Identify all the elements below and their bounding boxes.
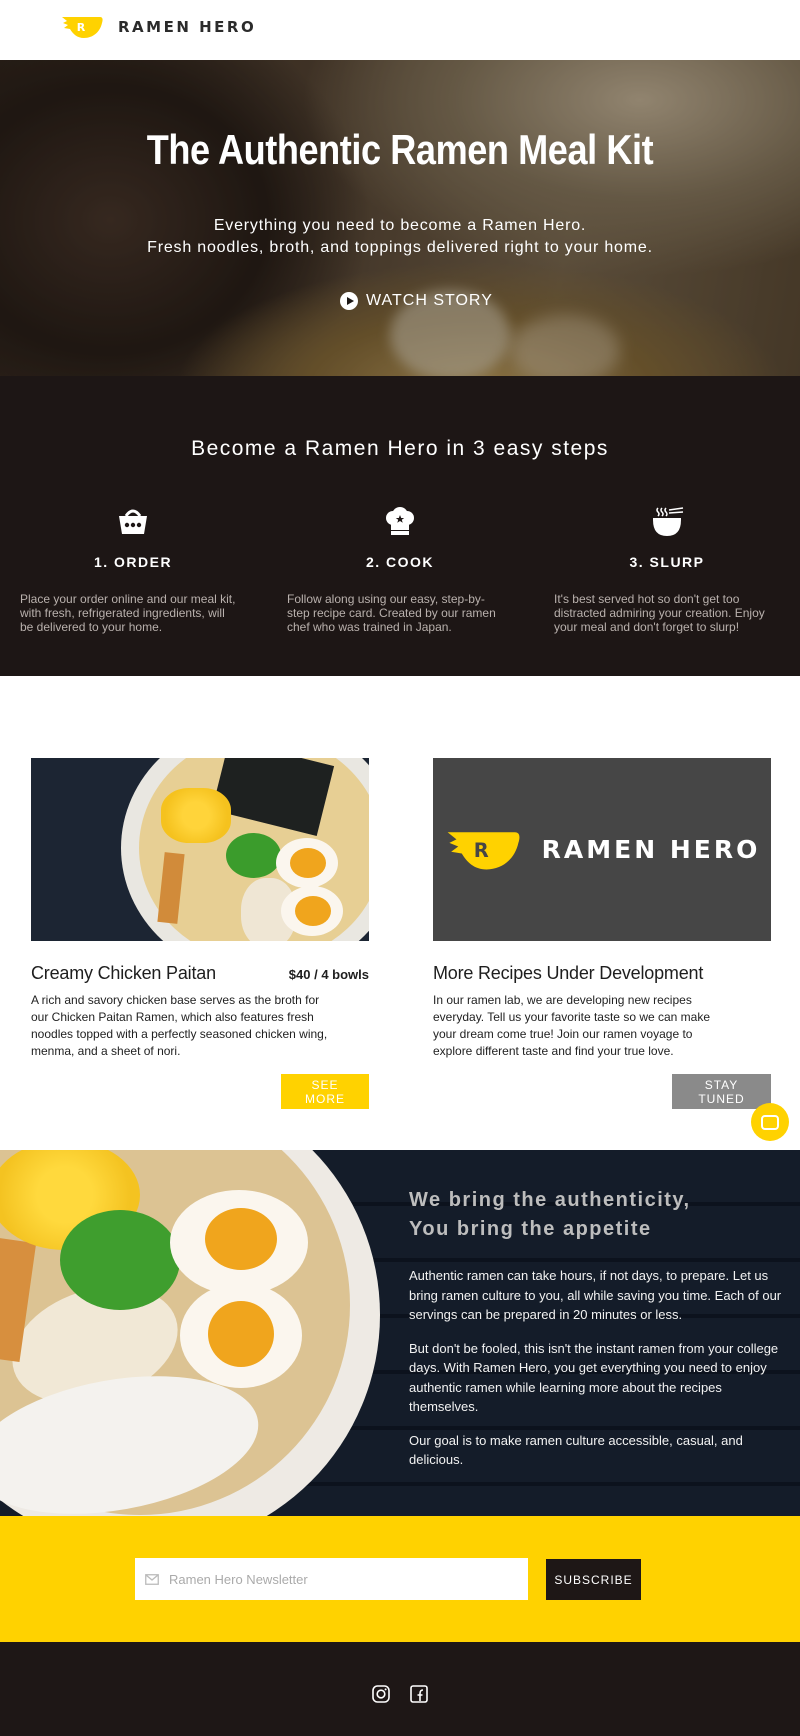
- mail-icon: [145, 1573, 159, 1585]
- step-order: 1. ORDER Place your order online and our…: [8, 506, 258, 634]
- hero-background-detail: [510, 315, 620, 376]
- about-heading-line2: You bring the appetite: [409, 1218, 652, 1240]
- yolk-shape: [290, 848, 326, 878]
- product-header-row: Creamy Chicken Paitan $40 / 4 bowls: [31, 963, 369, 984]
- steps-heading: Become a Ramen Hero in 3 easy steps: [191, 437, 609, 460]
- egg-shape: [180, 1283, 302, 1388]
- brand-name: RAMEN HERO: [118, 18, 257, 36]
- egg-shape: [170, 1190, 308, 1295]
- subscribe-button[interactable]: SUBSCRIBE: [546, 1559, 641, 1600]
- logo-mark-icon: R: [447, 831, 520, 869]
- product-header-row: More Recipes Under Development: [433, 963, 771, 984]
- product-card-chicken-paitan: Creamy Chicken Paitan $40 / 4 bowls A ri…: [31, 758, 369, 1109]
- newsletter-section: SUBSCRIBE: [0, 1516, 800, 1642]
- site-header: R RAMEN HERO: [0, 0, 800, 60]
- watch-story-label: WATCH STORY: [366, 292, 493, 309]
- svg-text:R: R: [473, 839, 488, 862]
- yolk-shape: [295, 896, 331, 926]
- egg-shape: [281, 886, 343, 936]
- hero-section: The Authentic Ramen Meal Kit Everything …: [0, 60, 800, 376]
- steaming-bowl-icon: [653, 507, 684, 536]
- product-card-more-recipes: R RAMEN HERO More Recipes Under Developm…: [433, 758, 771, 1109]
- products-section: Creamy Chicken Paitan $40 / 4 bowls A ri…: [0, 676, 800, 1150]
- step-cook-text: Follow along using our easy, step-by-ste…: [287, 592, 496, 634]
- newsletter-email-input[interactable]: [169, 1571, 499, 1587]
- about-section: We bring the authenticity, You bring the…: [0, 1150, 800, 1516]
- steps-section: Become a Ramen Hero in 3 easy steps 1. O…: [0, 376, 800, 676]
- chat-icon: [761, 1114, 779, 1130]
- about-paragraph: But don't be fooled, this isn't the inst…: [409, 1340, 779, 1415]
- about-heading-line1: We bring the authenticity,: [409, 1189, 691, 1211]
- hero-title: The Authentic Ramen Meal Kit: [146, 126, 654, 173]
- product-name: More Recipes Under Development: [433, 963, 704, 983]
- about-text: We bring the authenticity, You bring the…: [409, 1186, 789, 1470]
- product-price: $40 / 4 bowls: [288, 967, 369, 982]
- play-circle-icon: [340, 292, 358, 310]
- about-paragraph: Authentic ramen can take hours, if not d…: [409, 1268, 782, 1322]
- scallion-shape: [226, 833, 281, 878]
- step-slurp-text: It's best served hot so don't get too di…: [554, 592, 765, 634]
- chef-hat-icon: [386, 507, 414, 535]
- step-slurp: 3. SLURP It's best served hot so don't g…: [542, 506, 792, 634]
- product-description: In our ramen lab, we are developing new …: [433, 993, 711, 1058]
- step-cook: 2. COOK Follow along using our easy, ste…: [275, 506, 525, 634]
- egg-shape: [276, 838, 338, 888]
- corn-shape: [161, 788, 231, 843]
- facebook-icon[interactable]: [409, 1684, 429, 1704]
- step-order-label: 1. ORDER: [93, 554, 173, 570]
- site-footer: [0, 1642, 800, 1736]
- product-name: Creamy Chicken Paitan: [31, 963, 216, 983]
- chat-launcher-button[interactable]: [751, 1103, 789, 1141]
- see-more-button[interactable]: SEE MORE: [281, 1074, 369, 1109]
- product-image-logo[interactable]: R RAMEN HERO: [433, 758, 771, 941]
- step-cook-label: 2. COOK: [365, 554, 435, 570]
- stay-tuned-button[interactable]: STAY TUNED: [672, 1074, 771, 1109]
- hero-subtitle-line2: Fresh noodles, broth, and toppings deliv…: [147, 239, 653, 256]
- basket-icon: [119, 509, 147, 534]
- about-paragraph: Our goal is to make ramen culture access…: [409, 1432, 743, 1468]
- logo-tile-word: RAMEN HERO: [541, 835, 761, 864]
- product-description: A rich and savory chicken base serves as…: [31, 993, 328, 1058]
- hero-subtitle-line1: Everything you need to become a Ramen He…: [213, 217, 587, 234]
- step-order-text: Place your order online and our meal kit…: [20, 592, 236, 634]
- svg-text:R: R: [77, 21, 86, 34]
- logo-tile: R RAMEN HERO: [433, 758, 771, 941]
- instagram-icon[interactable]: [371, 1684, 391, 1704]
- step-slurp-label: 3. SLURP: [629, 554, 705, 570]
- product-image-ramen-bowl[interactable]: [31, 758, 369, 941]
- newsletter-field: [135, 1558, 528, 1600]
- logo-mark-icon: R: [62, 17, 103, 38]
- site-logo[interactable]: R RAMEN HERO: [60, 14, 256, 40]
- watch-story-button[interactable]: WATCH STORY: [340, 292, 493, 310]
- scallion-shape: [60, 1210, 180, 1310]
